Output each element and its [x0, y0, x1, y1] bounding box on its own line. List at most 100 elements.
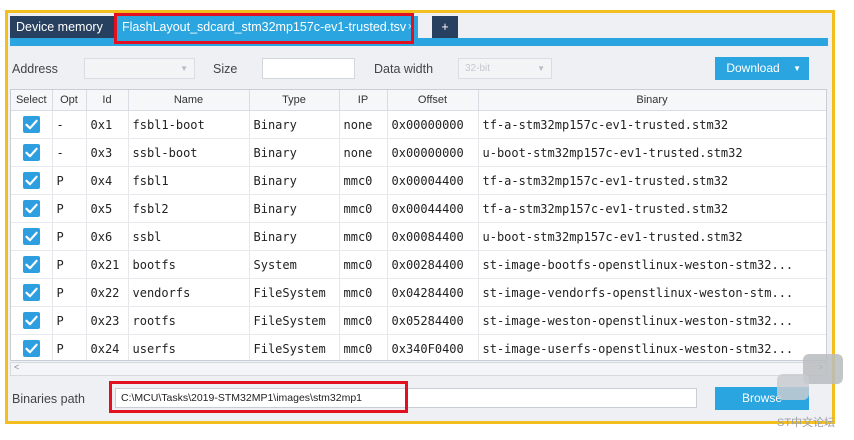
download-button[interactable]: Download ▼ [715, 57, 809, 80]
cell-opt: P [52, 166, 87, 195]
add-tab-button[interactable]: + [432, 16, 458, 38]
watermark-text: ST中文论坛 [777, 417, 836, 429]
cell-id: 0x21 [86, 250, 129, 279]
checkbox-checked-icon[interactable] [22, 116, 40, 133]
chat-bubble-icon [777, 374, 809, 400]
cell-id: 0x6 [86, 222, 129, 251]
select-cell [11, 138, 53, 167]
column-header[interactable]: Offset [387, 90, 479, 111]
cell-name: fsbl1 [128, 166, 250, 195]
cell-ip: mmc0 [339, 250, 388, 279]
cell-name: rootfs [128, 306, 250, 335]
column-header[interactable]: Name [128, 90, 250, 111]
highlight-box-tab [114, 13, 414, 44]
cell-id: 0x23 [86, 306, 129, 335]
cell-name: fsbl2 [128, 194, 250, 223]
cell-opt: P [52, 278, 87, 307]
chevron-down-icon: ▼ [537, 64, 545, 73]
cell-opt: - [52, 110, 87, 139]
cell-ip: mmc0 [339, 334, 388, 360]
column-header[interactable]: Type [249, 90, 340, 111]
plus-icon: + [441, 20, 449, 34]
checkbox-checked-icon[interactable] [22, 340, 40, 357]
checkbox-checked-icon[interactable] [22, 144, 40, 161]
cell-offset: 0x04284400 [387, 278, 479, 307]
column-header[interactable]: IP [339, 90, 388, 111]
cell-name: ssbl [128, 222, 250, 251]
table-row[interactable]: P 0x4 fsbl1 Binary mmc0 0x00004400 tf-a-stm32m… [11, 166, 826, 195]
cell-binary: st-image-weston-openstlinux-weston-stm32… [478, 306, 826, 335]
binaries-path-label: Binaries path [12, 392, 85, 406]
table-row[interactable]: P 0x21 bootfs System mmc0 0x00284400 st-image-… [11, 250, 826, 279]
checkbox-checked-icon[interactable] [22, 228, 40, 245]
address-label: Address [12, 62, 58, 76]
address-combo[interactable]: ▼ [84, 58, 195, 79]
chevron-down-icon: ▼ [180, 64, 188, 73]
column-header[interactable]: Opt [52, 90, 87, 111]
table-row[interactable]: P 0x24 userfs FileSystem mmc0 0x340F0400 st-im… [11, 334, 826, 360]
checkbox-checked-icon[interactable] [22, 312, 40, 329]
cell-type: System [249, 250, 340, 279]
data-width-value: 32-bit [465, 63, 491, 74]
table-row[interactable]: P 0x6 ssbl Binary mmc0 0x00084400 u-boot-stm32… [11, 222, 826, 251]
cell-type: FileSystem [249, 334, 340, 360]
table-row[interactable]: P 0x22 vendorfs FileSystem mmc0 0x04284400 st-… [11, 278, 826, 307]
download-label: Download [726, 61, 780, 75]
checkbox-checked-icon[interactable] [22, 172, 40, 189]
checkbox-checked-icon[interactable] [22, 200, 40, 217]
cell-name: vendorfs [128, 278, 250, 307]
cell-ip: mmc0 [339, 306, 388, 335]
table-row[interactable]: -0x1 fsbl1-boot Binary none 0x00000000 tf-a-s… [11, 110, 826, 139]
cell-name: fsbl1-boot [128, 110, 250, 139]
select-cell [11, 166, 53, 195]
select-cell [11, 250, 53, 279]
horizontal-scrollbar[interactable]: < > [10, 362, 827, 376]
cell-binary: st-image-userfs-openstlinux-weston-stm32… [478, 334, 826, 360]
select-cell [11, 194, 53, 223]
size-label: Size [213, 62, 238, 76]
table-row[interactable]: P 0x23 rootfs FileSystem mmc0 0x05284400 st-im… [11, 306, 826, 335]
cell-offset: 0x00000000 [387, 138, 479, 167]
cell-id: 0x22 [86, 278, 129, 307]
cell-type: Binary [249, 110, 340, 139]
cell-binary: u-boot-stm32mp157c-ev1-trusted.stm32 [478, 222, 826, 251]
table-row[interactable]: -0x3 ssbl-boot Binary none 0x00000000 u-boot-… [11, 138, 826, 167]
cell-id: 0x4 [86, 166, 129, 195]
cell-id: 0x1 [86, 110, 129, 139]
table-row[interactable]: P 0x5 fsbl2 Binary mmc0 0x00044400 tf-a-stm32m… [11, 194, 826, 223]
data-width-label: Data width [374, 62, 434, 76]
cell-binary: st-image-vendorfs-openstlinux-weston-stm… [478, 278, 826, 307]
cell-offset: 0x340F0400 [387, 334, 479, 360]
cell-binary: st-image-bootfs-openstlinux-weston-stm32… [478, 250, 826, 279]
data-width-select[interactable]: 32-bit ▼ [458, 58, 552, 79]
cell-type: Binary [249, 166, 340, 195]
cell-type: Binary [249, 222, 340, 251]
cell-opt: P [52, 334, 87, 360]
cell-offset: 0x00004400 [387, 166, 479, 195]
chevron-down-icon: ▼ [793, 64, 801, 73]
column-header[interactable]: Select [11, 90, 53, 111]
cell-offset: 0x00000000 [387, 110, 479, 139]
select-cell [11, 110, 53, 139]
checkbox-checked-icon[interactable] [22, 256, 40, 273]
cell-ip: mmc0 [339, 194, 388, 223]
cell-type: Binary [249, 138, 340, 167]
cell-ip: none [339, 110, 388, 139]
select-cell [11, 222, 53, 251]
scroll-left-icon[interactable]: < [14, 362, 19, 372]
checkbox-checked-icon[interactable] [22, 284, 40, 301]
cell-name: userfs [128, 334, 250, 360]
tab-device-memory-label: Device memory [16, 20, 103, 34]
size-input[interactable] [262, 58, 355, 79]
cell-name: ssbl-boot [128, 138, 250, 167]
cell-opt: P [52, 194, 87, 223]
cell-type: FileSystem [249, 278, 340, 307]
column-header[interactable]: Id [86, 90, 129, 111]
column-header[interactable]: Binary [478, 90, 826, 111]
cell-offset: 0x05284400 [387, 306, 479, 335]
tab-device-memory[interactable]: Device memory [10, 16, 114, 38]
cell-id: 0x3 [86, 138, 129, 167]
highlight-box-path [109, 381, 408, 413]
cell-offset: 0x00044400 [387, 194, 479, 223]
cell-id: 0x24 [86, 334, 129, 360]
